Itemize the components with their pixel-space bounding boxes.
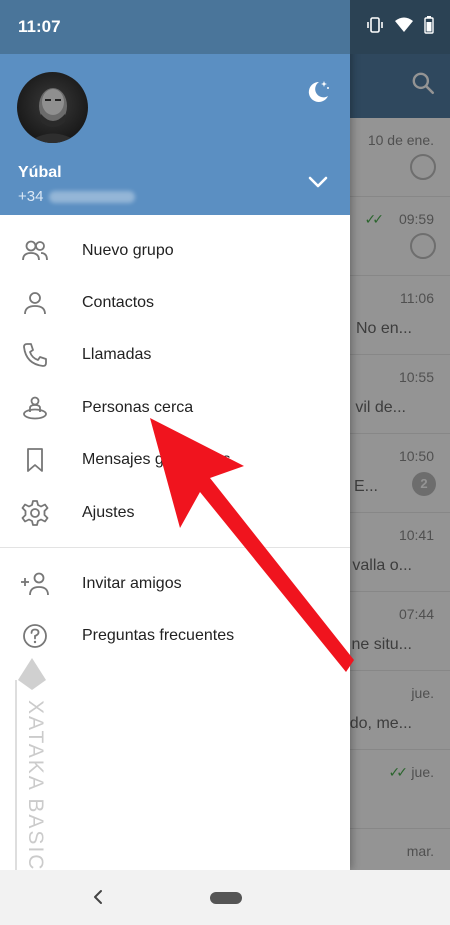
- menu-item-contacts[interactable]: Contactos: [0, 277, 350, 329]
- gear-icon: [21, 500, 49, 526]
- user-phone: +34: [18, 188, 136, 205]
- night-mode-icon[interactable]: [302, 76, 332, 106]
- menu-divider: [0, 547, 350, 548]
- status-time: 11:07: [18, 17, 61, 36]
- menu-label: Mensajes guardados: [82, 451, 231, 468]
- phone-number-blurred: [49, 191, 136, 204]
- home-pill[interactable]: [210, 892, 242, 904]
- menu-item-saved-messages[interactable]: Mensajes guardados: [0, 434, 350, 486]
- chevron-down-icon[interactable]: [305, 172, 331, 192]
- watermark-text: XATAKA BASICS: [24, 700, 47, 888]
- user-name: Yúbal: [18, 164, 62, 181]
- bookmark-icon: [27, 448, 43, 472]
- help-icon: [23, 624, 47, 648]
- navigation-bar: [0, 870, 450, 925]
- wifi-icon: [395, 17, 413, 32]
- drawer-header: Yúbal +34: [0, 54, 350, 215]
- menu-label: Personas cerca: [82, 399, 194, 416]
- phone-prefix: +34: [18, 188, 44, 205]
- status-icons: [366, 16, 434, 34]
- menu-label: Contactos: [82, 294, 155, 311]
- avatar-photo: [27, 88, 79, 143]
- menu-label: Invitar amigos: [82, 575, 182, 592]
- menu-item-people-nearby[interactable]: Personas cerca: [0, 382, 350, 434]
- phone-icon: [23, 343, 47, 367]
- status-bar: 11:07: [0, 0, 450, 54]
- person-icon: [24, 292, 46, 315]
- menu-item-invite-friends[interactable]: Invitar amigos: [0, 558, 350, 610]
- menu-label: Ajustes: [82, 504, 135, 521]
- group-icon: [22, 240, 48, 261]
- people-nearby-icon: [23, 396, 47, 420]
- menu-item-settings[interactable]: Ajustes: [0, 487, 350, 539]
- battery-icon: [424, 16, 434, 34]
- menu-label: Llamadas: [82, 346, 152, 363]
- menu-item-calls[interactable]: Llamadas: [0, 329, 350, 381]
- avatar[interactable]: [17, 72, 88, 143]
- add-person-icon: [21, 572, 49, 596]
- menu-label: Nuevo grupo: [82, 242, 174, 259]
- vibrate-icon: [367, 17, 383, 33]
- menu-item-new-group[interactable]: Nuevo grupo: [0, 225, 350, 277]
- menu-label: Preguntas frecuentes: [82, 627, 235, 644]
- back-icon[interactable]: [90, 886, 106, 908]
